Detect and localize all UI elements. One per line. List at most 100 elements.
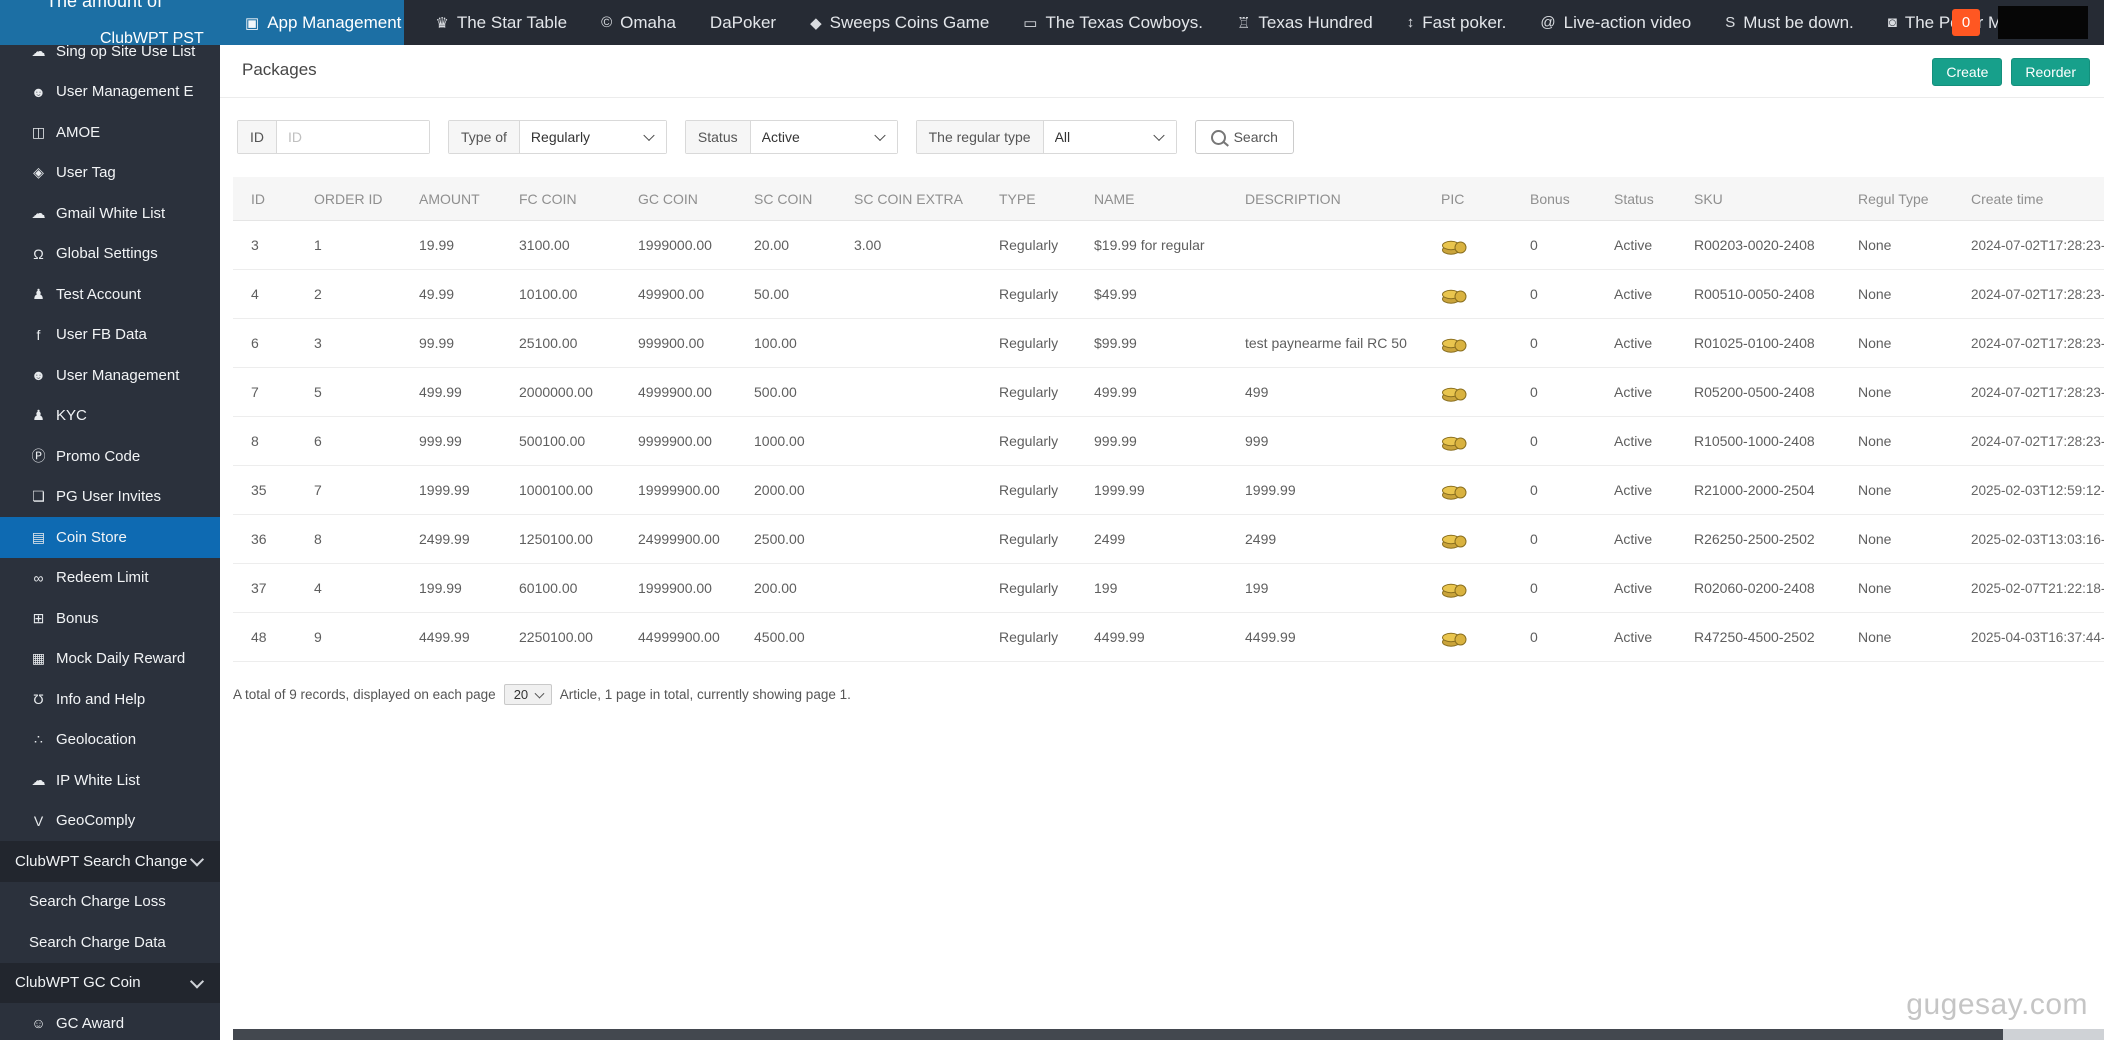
nav-item-live-action-video[interactable]: @ Live-action video <box>1523 0 1708 45</box>
sidebar-item-mock-daily-reward[interactable]: ▦ Mock Daily Reward <box>0 639 220 680</box>
notification-badge[interactable]: 0 <box>1952 9 1980 36</box>
column-header-gc-coin: GC COIN <box>620 177 736 221</box>
sidebar-item-coin-store[interactable]: ▤ Coin Store <box>0 517 220 558</box>
cell-create-time: 2024-07-02T17:28:23-08:00 <box>1953 367 2104 417</box>
sidebar-item-test-account[interactable]: ♟ Test Account <box>0 274 220 315</box>
watermark: gugesay.com <box>1906 988 2088 1021</box>
filter-bar: ID Type of Regularly Status Active The r… <box>237 120 1294 154</box>
cell-type: Regularly <box>981 367 1076 417</box>
sidebar-item-redeem-limit[interactable]: ∞ Redeem Limit <box>0 558 220 599</box>
cell-amount: 2499.99 <box>401 514 501 564</box>
sidebar-item-geolocation[interactable]: ∴ Geolocation <box>0 720 220 761</box>
trophy-icon: ♛ <box>435 14 449 32</box>
sidebar-item-user-management[interactable]: ☻ User Management <box>0 355 220 396</box>
nav-item-the-texas-cowboys[interactable]: ▭ The Texas Cowboys. <box>1006 0 1220 45</box>
packages-table-wrap: ID ORDER ID AMOUNT FC COIN GC COIN SC COIN SC … <box>233 177 2104 662</box>
reorder-button[interactable]: Reorder <box>2011 58 2090 86</box>
cell-regul-type: None <box>1840 416 1953 466</box>
regular-type-filter-select[interactable]: All <box>1043 121 1176 153</box>
sidebar-item-sing-op-site-use-list[interactable]: ☁ Sing op Site Use List <box>0 45 220 72</box>
sidebar-item-bonus[interactable]: ⊞ Bonus <box>0 598 220 639</box>
nav-item-fast-poker[interactable]: ↕ Fast poker. <box>1390 0 1524 45</box>
sidebar-item-geocomply[interactable]: V GeoComply <box>0 801 220 842</box>
cell-pic <box>1423 367 1512 417</box>
cell-sc-coin: 200.00 <box>736 563 836 613</box>
cell-amount: 49.99 <box>401 269 501 319</box>
nav-item-must-be-down[interactable]: S Must be down. <box>1708 0 1871 45</box>
sidebar-item-amoe[interactable]: ◫ AMOE <box>0 112 220 153</box>
nav-item-texas-hundred[interactable]: ♖ Texas Hundred <box>1220 0 1390 45</box>
award-icon: ☺ <box>31 1015 46 1032</box>
regular-type-filter-label: The regular type <box>916 121 1044 153</box>
type-filter-select[interactable]: Regularly <box>519 121 666 153</box>
cell-description <box>1227 220 1423 270</box>
sidebar-item-ip-white-list[interactable]: ☁ IP White List <box>0 760 220 801</box>
sidebar-item-user-fb-data[interactable]: f User FB Data <box>0 315 220 356</box>
sidebar-item-clubwpt-search-change[interactable]: ClubWPT Search Change <box>0 841 220 882</box>
id-filter-label: ID <box>238 121 277 153</box>
horizontal-scrollbar[interactable] <box>233 1029 2104 1040</box>
scrollbar-thumb[interactable] <box>233 1029 2003 1040</box>
sidebar-item-search-charge-loss[interactable]: Search Charge Loss <box>0 882 220 923</box>
cloud-icon: ☁ <box>31 771 46 788</box>
sidebar-item-global-settings[interactable]: Ω Global Settings <box>0 234 220 275</box>
cell-fc-coin: 2000000.00 <box>501 367 620 417</box>
cell-description: 2499 <box>1227 514 1423 564</box>
sidebar-header-top: The amount of <box>46 0 163 11</box>
page-size-select[interactable]: 20 <box>504 685 551 704</box>
binoculars-icon: ∞ <box>33 569 44 586</box>
sidebar-item-gc-award[interactable]: ☺ GC Award <box>0 1003 220 1040</box>
column-header-order-id: ORDER ID <box>296 177 401 221</box>
pic-gold-bucket-icon <box>1442 387 1467 402</box>
nav-item-the-star-table[interactable]: ♛ The Star Table <box>418 0 584 45</box>
cell-gc-coin: 9999900.00 <box>620 416 736 466</box>
sidebar-item-user-management-e[interactable]: ☻ User Management E <box>0 72 220 113</box>
cell-order-id: 1 <box>296 220 401 270</box>
pagination-suffix: Article, 1 page in total, currently show… <box>559 687 851 702</box>
sidebar-item-pg-user-invites[interactable]: ❏ PG User Invites <box>0 477 220 518</box>
nav-item-dapoker[interactable]: DaPoker <box>693 0 793 45</box>
cell-gc-coin: 24999900.00 <box>620 514 736 564</box>
id-filter-input[interactable] <box>277 121 429 153</box>
sidebar-item-gmail-white-list[interactable]: ☁ Gmail White List <box>0 193 220 234</box>
cell-sc-coin: 20.00 <box>736 220 836 270</box>
table-row: 35 7 1999.99 1000100.00 19999900.00 2000.00 Re… <box>233 465 2104 515</box>
cell-name: 999.99 <box>1076 416 1227 466</box>
cell-gc-coin: 1999000.00 <box>620 220 736 270</box>
sidebar-item-label: Geolocation <box>56 731 137 749</box>
sidebar-header-title: ClubWPT PST <box>100 30 204 47</box>
sidebar-item-label: AMOE <box>56 123 101 141</box>
at-icon: @ <box>1540 14 1556 31</box>
create-button[interactable]: Create <box>1932 58 2003 86</box>
sidebar-item-promo-code[interactable]: Ⓟ Promo Code <box>0 436 220 477</box>
cell-name: $49.99 <box>1076 269 1227 319</box>
column-header-amount: AMOUNT <box>401 177 501 221</box>
person-icon: ♟ <box>32 407 45 424</box>
cell-pic <box>1423 563 1512 613</box>
cell-name: $19.99 for regular <box>1076 220 1227 270</box>
cell-pic <box>1423 612 1512 662</box>
nav-item-omaha[interactable]: © Omaha <box>584 0 693 45</box>
cell-create-time: 2024-07-02T17:28:23-08:00 <box>1953 416 2104 466</box>
cell-bonus: 0 <box>1512 367 1596 417</box>
sidebar-item-clubwpt-gc-coin[interactable]: ClubWPT GC Coin <box>0 962 220 1003</box>
sidebar-item-info-and-help[interactable]: Ʊ Info and Help <box>0 679 220 720</box>
column-header-status: Status <box>1596 177 1676 221</box>
search-button[interactable]: Search <box>1194 120 1294 154</box>
cell-gc-coin: 999900.00 <box>620 318 736 368</box>
status-filter-select[interactable]: Active <box>750 121 897 153</box>
pic-coins-stack-icon <box>1442 240 1467 255</box>
sidebar-item-kyc[interactable]: ♟ KYC <box>0 396 220 437</box>
cell-pic <box>1423 318 1512 368</box>
cell-pic <box>1423 416 1512 466</box>
bank-icon: ♖ <box>1236 14 1251 32</box>
cell-bonus: 0 <box>1512 563 1596 613</box>
sidebar-item-label: Bonus <box>56 609 99 627</box>
cell-create-time: 2025-04-03T16:37:44-08:00 <box>1953 612 2104 662</box>
nav-item-app-management[interactable]: ▣ App Management <box>228 0 418 45</box>
cell-amount: 19.99 <box>401 220 501 270</box>
sidebar-item-user-tag[interactable]: ◈ User Tag <box>0 153 220 194</box>
cell-sku: R21000-2000-2504 <box>1676 465 1840 515</box>
nav-item-sweeps-coins-game[interactable]: ◆ Sweeps Coins Game <box>793 0 1006 45</box>
sidebar-item-search-charge-data[interactable]: Search Charge Data <box>0 922 220 963</box>
